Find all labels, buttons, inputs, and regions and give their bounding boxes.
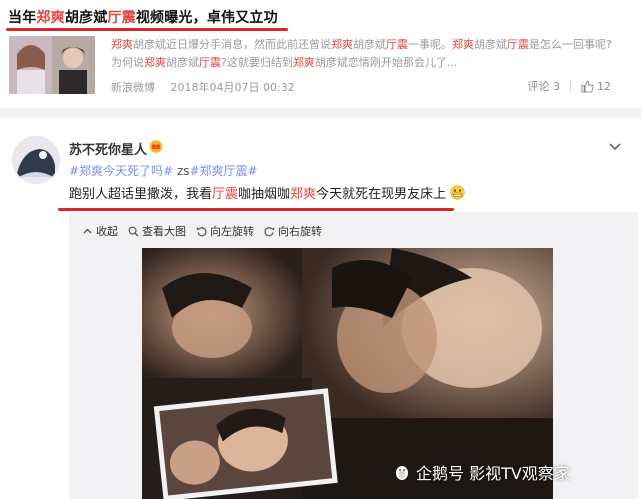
article-meta: 新浪微博 2018年04月07日 00:32 bbox=[111, 79, 307, 95]
rotate-left-button[interactable]: 向左旋转 bbox=[196, 223, 254, 239]
section-separator bbox=[0, 108, 641, 118]
chevron-down-icon[interactable] bbox=[608, 142, 622, 152]
grin-emoji-icon bbox=[450, 185, 465, 200]
search-icon bbox=[128, 226, 139, 236]
hashtag-link[interactable]: #郑爽厅震# bbox=[190, 164, 258, 178]
post-text: 跑别人超话里撒泼，我看厅震咖抽烟咖郑爽今天就死在现男友床上 bbox=[69, 183, 465, 202]
article-card[interactable]: 当年郑爽胡彦斌厅震视频曝光，卓伟又立功 郑爽胡彦斌近日爆分手消息，然而此前还曾说… bbox=[0, 0, 641, 112]
post-username[interactable]: 苏不死你星人 bbox=[69, 139, 147, 158]
article-title[interactable]: 当年郑爽胡彦斌厅震视频曝光，卓伟又立功 bbox=[8, 7, 278, 27]
collapse-button[interactable]: 收起 bbox=[82, 223, 118, 239]
rotate-left-icon bbox=[196, 226, 207, 236]
watermark: 企鹅号 影视TV观察家 bbox=[393, 460, 570, 484]
hashtag-link[interactable]: #郑爽今天死了吗# bbox=[69, 164, 173, 178]
avatar[interactable] bbox=[12, 136, 60, 184]
article-summary: 郑爽胡彦斌近日爆分手消息，然而此前还曾说郑爽胡彦斌厅震一事呢。郑爽胡彦斌厅震是怎… bbox=[111, 38, 612, 69]
rotate-right-icon bbox=[264, 226, 275, 236]
like-button[interactable]: 12 bbox=[581, 80, 611, 93]
thumbs-up-icon bbox=[581, 80, 594, 93]
red-underline-annotation bbox=[6, 28, 288, 31]
article-actions: 评论 3 12 bbox=[528, 78, 612, 94]
post-hashtags: #郑爽今天死了吗# zs#郑爽厅震# bbox=[69, 164, 258, 178]
rotate-right-button[interactable]: 向右旋转 bbox=[264, 223, 322, 239]
divider bbox=[570, 80, 571, 92]
comment-count[interactable]: 评论 3 bbox=[528, 78, 561, 94]
like-count: 12 bbox=[597, 79, 611, 93]
vip-badge-icon bbox=[149, 140, 163, 153]
view-large-button[interactable]: 查看大图 bbox=[128, 223, 186, 239]
penguin-logo-icon bbox=[396, 466, 408, 480]
article-thumbnail[interactable] bbox=[9, 36, 95, 94]
source-label: 新浪微博 bbox=[111, 81, 155, 94]
timestamp: 2018年04月07日 00:32 bbox=[170, 81, 295, 94]
collapse-icon bbox=[83, 228, 92, 233]
image-toolbar: 收起 查看大图 向左旋转 向右旋转 bbox=[82, 223, 332, 239]
red-underline-annotation bbox=[58, 208, 454, 211]
